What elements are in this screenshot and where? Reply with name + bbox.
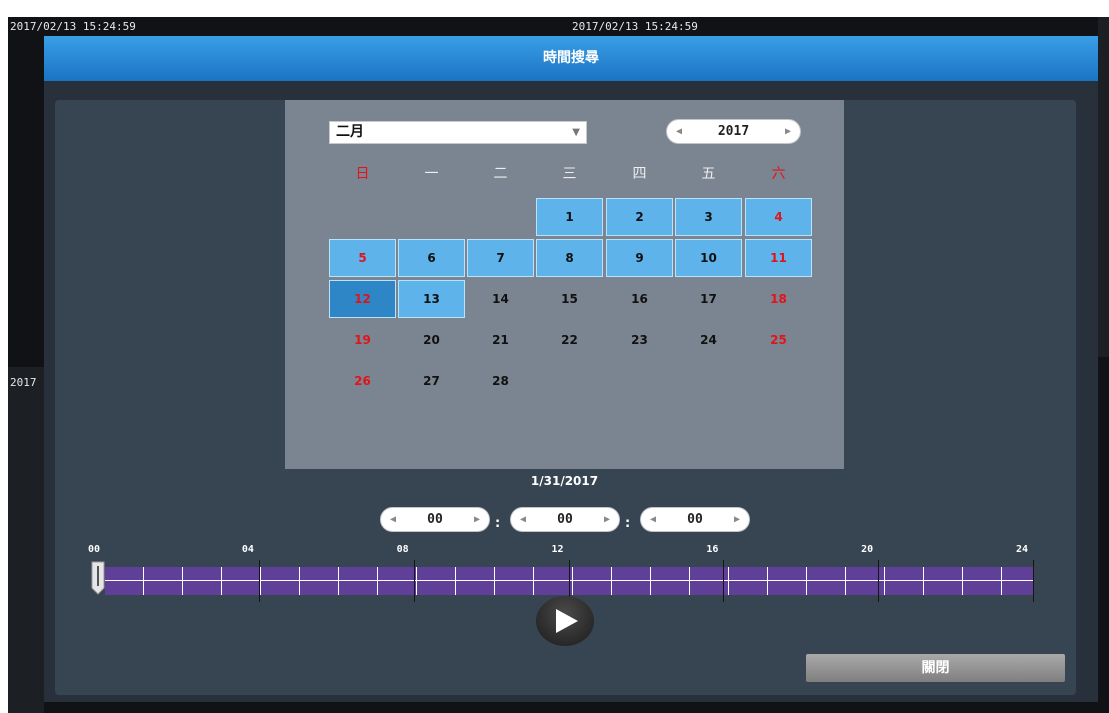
calendar-day[interactable]: 18 — [745, 280, 812, 318]
weekday-label: 六 — [771, 166, 786, 182]
play-icon — [556, 609, 578, 633]
arrow-right-icon[interactable]: ▶ — [474, 514, 480, 525]
arrow-right-icon[interactable]: ▶ — [785, 126, 791, 137]
timeline-hour-label: 24 — [1016, 544, 1029, 555]
dialog-title: 時間搜尋 — [44, 36, 1098, 81]
weekday-label: 日 — [355, 166, 370, 182]
calendar-day[interactable]: 24 — [675, 321, 742, 359]
calendar-day[interactable]: 23 — [606, 321, 673, 359]
second-value: 00 — [687, 512, 703, 527]
calendar-day[interactable]: 26 — [329, 362, 396, 400]
calendar-day[interactable]: 15 — [536, 280, 603, 318]
calendar-day[interactable]: 21 — [467, 321, 534, 359]
calendar-day[interactable]: 25 — [745, 321, 812, 359]
calendar-day[interactable]: 2 — [606, 198, 673, 236]
calendar-day[interactable]: 17 — [675, 280, 742, 318]
weekday-label: 三 — [562, 166, 577, 182]
weekday-label: 一 — [424, 166, 439, 182]
hour-stepper: ◀ 00 ▶ — [380, 507, 490, 532]
hour-value: 00 — [427, 512, 443, 527]
calendar-day[interactable]: 1 — [536, 198, 603, 236]
minute-value: 00 — [557, 512, 573, 527]
month-select[interactable]: 二月 ▼ — [329, 121, 587, 144]
timeline-handle[interactable] — [91, 561, 105, 595]
dialog-body: 二月 ▼ ◀ 2017 ▶ 日一二三四五六 1 2 3 4 5 6 7 8 9 10 11 12 13 1… — [55, 100, 1076, 695]
second-stepper: ◀ 00 ▶ — [640, 507, 750, 532]
calendar-day[interactable]: 5 — [329, 239, 396, 277]
calendar-day[interactable]: 22 — [536, 321, 603, 359]
calendar-day[interactable]: 12 — [329, 280, 396, 318]
timeline-hour-label: 00 — [88, 544, 101, 555]
arrow-left-icon[interactable]: ◀ — [520, 514, 526, 525]
timeline-major-tick — [878, 560, 879, 602]
arrow-right-icon[interactable]: ▶ — [734, 514, 740, 525]
calendar-day[interactable]: 6 — [398, 239, 465, 277]
arrow-right-icon[interactable]: ▶ — [604, 514, 610, 525]
chevron-down-icon: ▼ — [572, 127, 580, 138]
year-stepper: ◀ 2017 ▶ — [666, 119, 801, 144]
camera-timestamp: 2017/02/13 15:24:59 — [10, 20, 136, 33]
calendar-day[interactable]: 13 — [398, 280, 465, 318]
calendar-day[interactable]: 3 — [675, 198, 742, 236]
minute-stepper: ◀ 00 ▶ — [510, 507, 620, 532]
camera-view: 2017/02/13 15:24:59 2017/02/13 15:24:59 … — [8, 17, 1109, 713]
time-search-dialog: 時間搜尋 二月 ▼ ◀ 2017 ▶ 日一二三四五六 1 2 3 4 5 6 7 8 9 10 11… — [44, 36, 1098, 702]
calendar-day[interactable]: 28 — [467, 362, 534, 400]
timeline-hour-label: 04 — [241, 544, 254, 555]
timeline-major-tick — [259, 560, 260, 602]
arrow-left-icon[interactable]: ◀ — [390, 514, 396, 525]
year-value: 2017 — [717, 124, 750, 139]
timeline-hour-label: 12 — [551, 544, 564, 555]
camera-background — [1098, 17, 1109, 357]
calendar-day[interactable]: 9 — [606, 239, 673, 277]
weekday-label: 四 — [632, 166, 647, 182]
timeline-major-tick — [723, 560, 724, 602]
weekday-label: 五 — [701, 166, 716, 182]
month-value: 二月 — [336, 124, 364, 140]
timeline-major-tick — [1033, 560, 1034, 602]
timeline-hour-label: 16 — [706, 544, 719, 555]
calendar-day[interactable]: 8 — [536, 239, 603, 277]
selected-date: 1/31/2017 — [530, 474, 599, 488]
timeline-major-tick — [414, 560, 415, 602]
timeline-hour-label: 20 — [861, 544, 874, 555]
time-separator: : — [625, 516, 631, 531]
time-separator: : — [495, 516, 501, 531]
weekday-label: 二 — [493, 166, 508, 182]
camera-timestamp-center: 2017/02/13 15:24:59 — [572, 20, 698, 33]
calendar-day[interactable]: 7 — [467, 239, 534, 277]
timeline-hour-label: 08 — [396, 544, 409, 555]
play-button[interactable] — [536, 596, 594, 646]
calendar: 二月 ▼ ◀ 2017 ▶ 日一二三四五六 1 2 3 4 5 6 7 8 9 10 11 12 13 1… — [285, 100, 844, 469]
calendar-day[interactable]: 16 — [606, 280, 673, 318]
calendar-day[interactable]: 11 — [745, 239, 812, 277]
camera-background-lower — [8, 367, 44, 713]
calendar-day[interactable]: 14 — [467, 280, 534, 318]
arrow-left-icon[interactable]: ◀ — [650, 514, 656, 525]
calendar-day[interactable]: 27 — [398, 362, 465, 400]
calendar-day[interactable]: 10 — [675, 239, 742, 277]
close-button[interactable]: 關閉 — [806, 654, 1065, 682]
calendar-day[interactable]: 19 — [329, 321, 396, 359]
calendar-day[interactable]: 4 — [745, 198, 812, 236]
calendar-day[interactable]: 20 — [398, 321, 465, 359]
arrow-left-icon[interactable]: ◀ — [676, 126, 682, 137]
camera-timestamp-lower: 2017 — [10, 376, 37, 389]
